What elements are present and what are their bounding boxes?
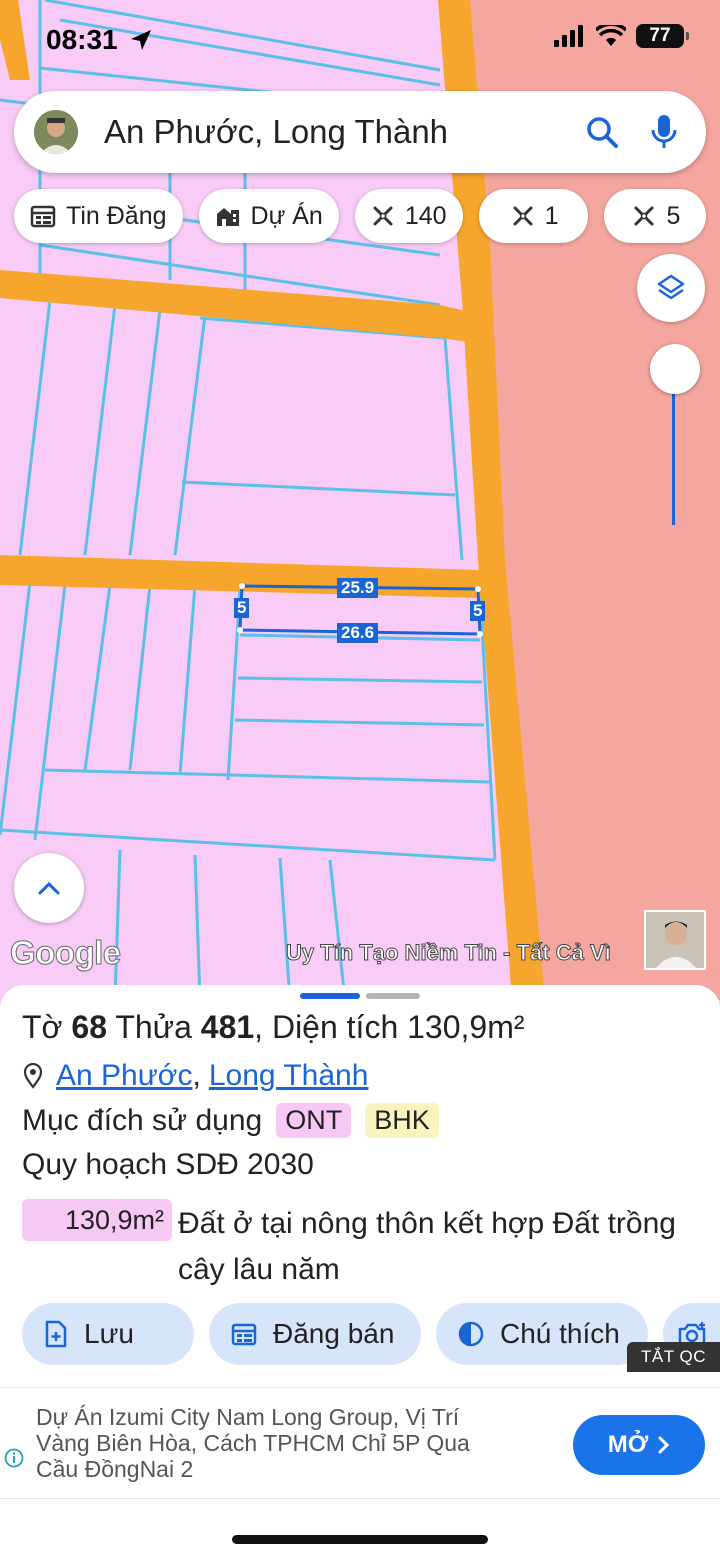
sheet-handle-inactive[interactable] [366, 993, 420, 999]
district-link[interactable]: Long Thành [209, 1059, 369, 1093]
chip-du-an[interactable]: Dự Án [198, 189, 339, 243]
contrast-icon [458, 1321, 484, 1347]
battery-indicator: 77 [636, 24, 689, 48]
chip-measure-1[interactable]: 1 [478, 189, 589, 243]
lot-label: Thửa [115, 1009, 192, 1045]
search-bar[interactable]: An Phước, Long Thành [14, 91, 706, 173]
ad-banner[interactable]: Dự Án Izumi City Nam Long Group, Vị Trí … [0, 1387, 720, 1499]
search-icon[interactable] [582, 112, 622, 152]
chip-label: 140 [404, 201, 447, 230]
chip-measure-5[interactable]: 5 [604, 189, 707, 243]
zoom-slider-knob[interactable] [650, 344, 700, 394]
building-icon [216, 208, 239, 226]
map-view[interactable]: 25.9 26.6 5 5 08:31 77 An Phước, Long Th… [0, 0, 720, 1000]
area-label: Diện tích [271, 1009, 399, 1045]
layers-button[interactable] [637, 254, 705, 322]
measure-icon [634, 206, 654, 226]
status-bar: 08:31 77 [0, 0, 720, 80]
legend-button[interactable]: Chú thích [436, 1303, 648, 1365]
wifi-icon [596, 25, 626, 46]
sheet-number: 68 [71, 1009, 108, 1045]
measure-icon [373, 206, 393, 226]
filter-chips: Tin Đăng Dự Án 140 1 5 [14, 189, 707, 243]
layers-icon [657, 274, 685, 300]
parcel-info-sheet[interactable]: Tờ 68 Thửa 481, Diện tích 130,9m² An Phư… [0, 985, 720, 1559]
location-arrow-icon [131, 30, 151, 50]
ad-open-button[interactable]: MỞ [573, 1415, 705, 1475]
watermark-text: Uy Tín Tạo Niềm Tin - Tất Cả Vì [286, 940, 611, 966]
purpose-tag-ont[interactable]: ONT [276, 1103, 352, 1138]
chip-label: 5 [666, 201, 681, 230]
ad-text[interactable]: Dự Án Izumi City Nam Long Group, Vị Trí … [36, 1404, 516, 1482]
lot-number: 481 [200, 1009, 255, 1045]
chip-measure-140[interactable]: 140 [354, 189, 463, 243]
parcel-title: Tờ 68 Thửa 481, Diện tích 130,9m² [22, 1009, 525, 1045]
calendar-icon [30, 205, 56, 228]
measure-icon [513, 206, 533, 226]
post-sale-label: Đăng bán [273, 1318, 395, 1349]
home-indicator[interactable] [232, 1535, 488, 1544]
add-doc-icon [45, 1320, 67, 1348]
chevron-right-icon [658, 1436, 670, 1454]
status-indicators: 77 [554, 24, 689, 48]
save-button[interactable]: Lưu [22, 1303, 194, 1365]
status-time: 08:31 [46, 24, 118, 55]
calendar-icon [231, 1323, 257, 1346]
ward-link[interactable]: An Phước [56, 1059, 192, 1093]
post-sale-button[interactable]: Đăng bán [209, 1303, 421, 1365]
land-use-purpose: Mục đích sử dụng ONT BHK [22, 1103, 439, 1138]
cellular-signal-icon [554, 25, 583, 47]
legend-label: Chú thích [500, 1318, 620, 1349]
purpose-tag-bhk[interactable]: BHK [365, 1103, 439, 1138]
microphone-icon[interactable] [644, 112, 684, 152]
sheet-label: Tờ [22, 1009, 63, 1045]
parcel-location: An Phước, Long Thành [22, 1059, 368, 1093]
save-label: Lưu [84, 1318, 134, 1349]
google-attribution: Google [10, 934, 122, 972]
area-value: 130,9m² [407, 1009, 525, 1045]
plan-area-badge: 130,9m² [22, 1199, 172, 1241]
action-buttons: Lưu Đăng bán Chú thích [22, 1303, 720, 1365]
avatar[interactable] [34, 110, 78, 154]
plan-description: Đất ở tại nông thôn kết hợp Đất trồng câ… [178, 1207, 676, 1286]
expand-button[interactable] [14, 853, 84, 923]
location-pin-icon [23, 1063, 43, 1089]
plan-label: Quy hoạch SDĐ 2030 [22, 1148, 314, 1181]
chip-label: 1 [544, 201, 559, 230]
dim-top-label: 25.9 [337, 578, 379, 598]
chevron-up-icon [38, 881, 60, 895]
chip-label: Tin Đăng [66, 201, 167, 230]
sheet-handle-active[interactable] [300, 993, 360, 999]
chip-tin-dang[interactable]: Tin Đăng [14, 189, 183, 243]
dim-left-label: 5 [234, 598, 250, 618]
ad-dismiss-label[interactable]: TẮT QC [627, 1342, 720, 1372]
purpose-label: Mục đích sử dụng [22, 1103, 263, 1137]
watermark-photo [644, 910, 706, 970]
dim-right-label: 5 [470, 601, 486, 621]
ad-open-label: MỞ [607, 1431, 649, 1458]
chip-label: Dự Án [250, 201, 323, 230]
search-query[interactable]: An Phước, Long Thành [104, 113, 582, 151]
dim-bottom-label: 26.6 [337, 623, 379, 643]
info-icon[interactable] [4, 1448, 24, 1468]
